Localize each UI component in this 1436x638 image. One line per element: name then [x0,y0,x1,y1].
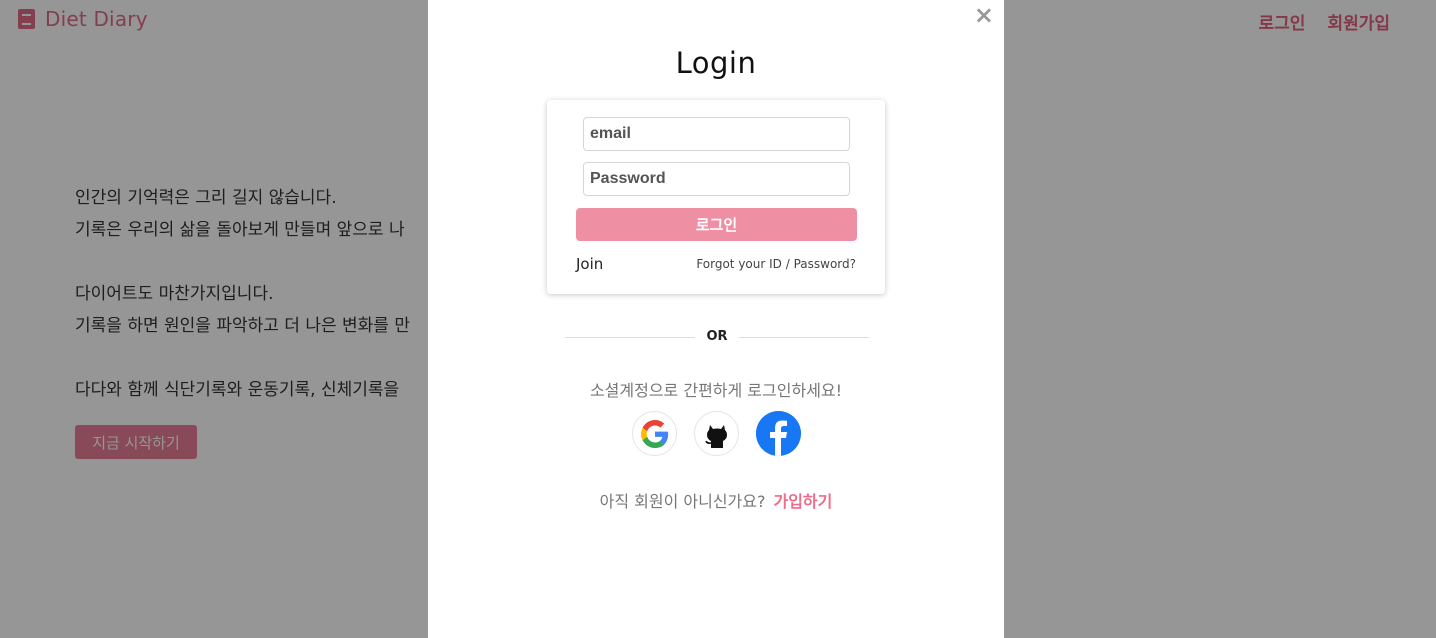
signup-prompt-text: 아직 회원이 아니신가요? [599,492,766,511]
google-login-button[interactable] [632,411,677,456]
facebook-icon [756,411,801,456]
github-icon [704,424,727,448]
login-modal: × Login 로그인 Join Forgot your ID / Passwo… [428,0,1004,638]
github-login-button[interactable] [694,411,739,456]
password-field[interactable] [583,162,850,196]
google-icon [640,419,668,448]
login-form-card: 로그인 Join Forgot your ID / Password? [547,100,885,294]
social-login-buttons [632,411,801,456]
close-icon[interactable]: × [974,3,994,27]
signup-prompt-row: 아직 회원이 아니신가요? 가입하기 [428,488,1004,512]
join-link[interactable]: Join [576,255,603,273]
modal-title: Login [675,46,757,80]
facebook-login-button[interactable] [756,411,801,456]
or-divider: OR [565,329,869,347]
email-field[interactable] [583,117,850,151]
signup-link[interactable]: 가입하기 [773,492,832,511]
login-button[interactable]: 로그인 [576,208,857,241]
social-login-text: 소셜계정으로 간편하게 로그인하세요! [589,381,843,400]
forgot-password-link[interactable]: Forgot your ID / Password? [696,257,856,271]
divider-line [739,337,869,338]
